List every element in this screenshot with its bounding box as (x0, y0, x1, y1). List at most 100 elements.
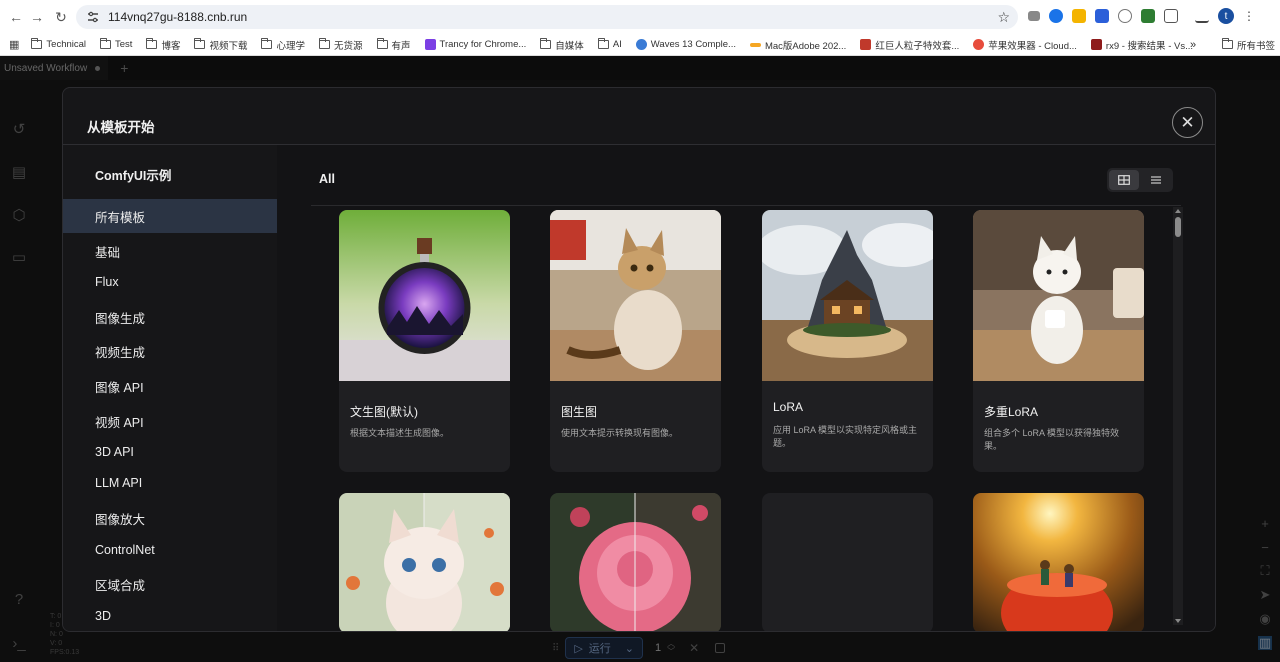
bookmark-video-download[interactable]: 视频下载 (194, 38, 247, 52)
bookmark-apple-effects[interactable]: 苹果效果器 - Cloud... (973, 38, 1077, 52)
forward-icon[interactable]: → (24, 4, 50, 30)
bookmark-audio[interactable]: 有声 (376, 38, 411, 52)
bookmark-red-giant[interactable]: 红巨人粒子特效套... (860, 38, 959, 52)
scroll-down-icon[interactable] (1175, 619, 1181, 623)
template-card-text-to-image[interactable]: 文生图(默认) 根据文本描述生成图像。 (339, 210, 510, 472)
template-thumbnail (339, 493, 510, 631)
bookmark-label: 所有书签 (1237, 40, 1276, 52)
card-description: 应用 LoRA 模型以实现特定风格或主题。 (773, 425, 918, 448)
close-button[interactable]: ✕ (1172, 107, 1203, 138)
sidebar-item-video-api[interactable]: 视频 API (63, 404, 277, 438)
bookmark-label: 红巨人粒子特效套... (875, 40, 960, 52)
sidebar-item-image-gen[interactable]: 图像生成 (63, 300, 277, 334)
sidebar-item-controlnet[interactable]: ControlNet (63, 533, 277, 567)
template-thumbnail (339, 210, 510, 381)
extension-icon[interactable] (1141, 9, 1155, 23)
waves-icon (635, 39, 647, 50)
bookmark-no-source[interactable]: 无货源 (319, 38, 363, 52)
bookmark-label: 无货源 (334, 40, 363, 52)
extension-icon[interactable] (1072, 9, 1086, 23)
bookmark-label: 视频下载 (209, 40, 248, 52)
bookmark-media[interactable]: 自媒体 (540, 38, 584, 52)
google-translate-icon[interactable] (1049, 9, 1063, 23)
sidebar-item-3d-api[interactable]: 3D API (63, 435, 277, 469)
bookmark-technical[interactable]: Technical (31, 38, 87, 50)
bookmark-test[interactable]: Test (100, 38, 132, 50)
template-card-multi-lora[interactable]: 多重LoRA 组合多个 LoRA 模型以获得独特效果。 (973, 210, 1144, 472)
site-info-icon[interactable] (86, 10, 100, 24)
template-card[interactable] (973, 493, 1144, 631)
bookmark-label: rx9 - 搜索结果 - Vs... (1105, 40, 1194, 52)
sidebar-item-upscale[interactable]: 图像放大 (63, 501, 277, 535)
bookmark-trancy[interactable]: Trancy for Chrome... (424, 39, 527, 50)
bookmark-label: 有声 (391, 40, 411, 52)
template-thumbnail (550, 493, 721, 631)
section-title: All (319, 172, 335, 186)
list-view-button[interactable] (1141, 170, 1171, 190)
sidebar-item-label: 所有模板 (95, 210, 146, 225)
template-card-lora[interactable]: LoRA 应用 LoRA 模型以实现特定风格或主题。 (762, 210, 933, 472)
folder-icon (146, 38, 158, 49)
folder-icon (319, 38, 330, 49)
grid-view-button[interactable] (1109, 170, 1139, 190)
sidebar-item-image-api[interactable]: 图像 API (63, 369, 277, 403)
bookmark-star-icon[interactable]: ☆ (997, 9, 1010, 26)
bookmark-rx9[interactable]: rx9 - 搜索结果 - Vs... (1090, 38, 1194, 52)
sidebar-item-label: 视频生成 (95, 345, 146, 360)
reload-icon[interactable]: ↻ (48, 4, 74, 30)
grid-icon (1118, 175, 1130, 185)
close-icon: ✕ (1180, 112, 1195, 132)
extensions-puzzle-icon[interactable] (1164, 9, 1178, 23)
list-icon (1151, 176, 1161, 184)
trancy-icon (424, 39, 436, 50)
bookmark-label: 博客 (161, 40, 181, 52)
bookmark-label: 苹果效果器 - Cloud... (988, 40, 1077, 52)
bookmark-psychology[interactable]: 心理学 (261, 38, 305, 52)
sidebar-item-label: 图像生成 (95, 311, 146, 326)
sidebar-item-all-templates[interactable]: 所有模板 (63, 199, 277, 233)
chat-icon[interactable] (1118, 9, 1132, 23)
site-icon (749, 42, 761, 47)
bookmark-adobe[interactable]: Mac版Adobe 202... (749, 38, 846, 52)
folder-icon (597, 38, 609, 49)
template-dialog: 从模板开始 ✕ ComfyUI示例 所有模板 基础 Flux 图像生成 视频生成… (62, 87, 1216, 632)
sidebar-item-flux[interactable]: Flux (63, 265, 277, 299)
card-description: 使用文本提示转换现有图像。 (561, 428, 679, 438)
extension-icon[interactable] (1028, 11, 1040, 21)
template-grid-area: All 文生图(默认) 根据文本描述生成图像。 图生图 使用文本提示转换现有图像… (277, 145, 1215, 631)
extension-icon[interactable] (1095, 9, 1109, 23)
bookmark-ai[interactable]: AI (597, 38, 622, 50)
scrollbar[interactable] (1173, 207, 1183, 625)
sidebar-item-basic[interactable]: 基础 (63, 234, 277, 268)
bookmark-label: Technical (46, 39, 87, 50)
site-icon (860, 39, 872, 50)
download-icon[interactable] (1195, 9, 1209, 23)
template-card-image-to-image[interactable]: 图生图 使用文本提示转换现有图像。 (550, 210, 721, 472)
view-mode-toggle (1107, 168, 1173, 192)
sidebar-item-video-gen[interactable]: 视频生成 (63, 334, 277, 368)
bookmark-waves[interactable]: Waves 13 Comple... (635, 39, 736, 50)
apps-grid-icon[interactable]: ▦ (9, 38, 19, 51)
folder-icon (540, 38, 552, 49)
sidebar-item-llm-api[interactable]: LLM API (63, 466, 277, 500)
template-card-loading[interactable] (762, 493, 933, 631)
dialog-title: 从模板开始 (87, 120, 155, 135)
template-card[interactable] (550, 493, 721, 631)
sidebar-item-area-composition[interactable]: 区域合成 (63, 567, 277, 601)
site-icon (1090, 39, 1102, 50)
bookmarks-overflow[interactable]: » (1190, 39, 1196, 51)
bookmark-label: Trancy for Chrome... (439, 39, 527, 50)
template-thumbnail (973, 210, 1144, 381)
address-bar[interactable]: 114vnq27gu-8188.cnb.run ☆ (76, 5, 1018, 29)
scrollbar-thumb[interactable] (1175, 217, 1181, 237)
sidebar-item-label: ControlNet (95, 543, 155, 557)
sidebar-item-3d[interactable]: 3D (63, 599, 277, 631)
menu-icon[interactable]: ⋮ (1243, 10, 1255, 22)
profile-avatar[interactable]: t (1218, 8, 1234, 24)
card-title: 图生图 (561, 405, 598, 419)
template-card[interactable] (339, 493, 510, 631)
scroll-up-icon[interactable] (1175, 209, 1181, 213)
bookmark-blog[interactable]: 博客 (146, 38, 180, 52)
all-bookmarks[interactable]: 所有书签 (1222, 38, 1275, 52)
browser-toolbar: ← → ↻ 114vnq27gu-8188.cnb.run ☆ t ⋮ (0, 0, 1280, 34)
